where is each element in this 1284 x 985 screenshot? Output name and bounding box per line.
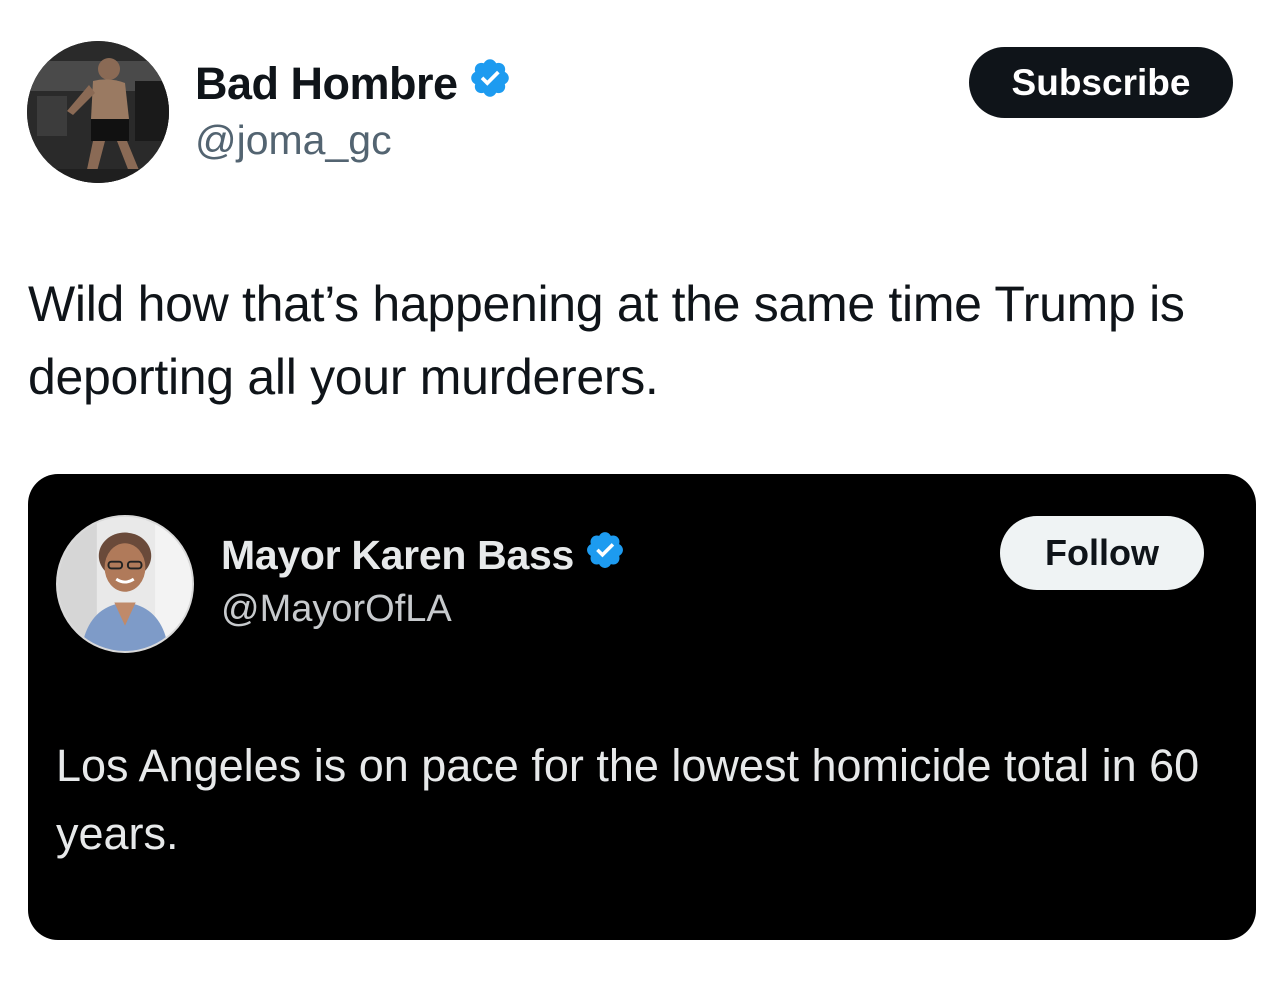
author-name[interactable]: Bad Hombre [195,56,512,111]
tweet-text: Wild how that’s happening at the same ti… [28,276,1185,405]
tweet: Bad Hombre @joma_gc Subscribe Wild how t… [0,0,1284,985]
subscribe-button[interactable]: Subscribe [969,47,1233,118]
quoted-author-avatar-image [58,517,192,651]
quoted-verified-icon [584,529,626,581]
author-avatar-image [27,41,169,183]
follow-button[interactable]: Follow [1000,516,1204,590]
quoted-author-name[interactable]: Mayor Karen Bass [221,529,626,581]
quoted-author-avatar[interactable] [56,515,194,653]
quoted-tweet-card[interactable]: Mayor Karen Bass @MayorOfLA Follow Los A… [28,474,1256,940]
author-name-text: Bad Hombre [195,57,458,109]
quoted-author-name-text: Mayor Karen Bass [221,531,574,578]
quoted-tweet-text: Los Angeles is on pace for the lowest ho… [56,740,1200,859]
author-avatar[interactable] [27,41,169,183]
quoted-author-handle[interactable]: @MayorOfLA [221,588,452,631]
verified-icon [468,56,512,111]
author-handle[interactable]: @joma_gc [195,117,392,164]
